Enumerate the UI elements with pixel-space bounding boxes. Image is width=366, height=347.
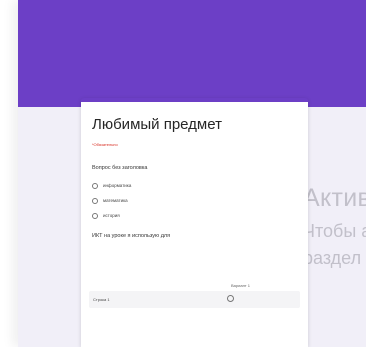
grid-column-header: Вариант 1 <box>231 283 250 288</box>
question-2-title: ИКТ на уроке я использую для <box>92 233 171 239</box>
screen: Актива Чтобы ак раздел "П Любимый предме… <box>0 0 366 347</box>
radio-button[interactable] <box>92 212 98 219</box>
form-title: Любимый предмет <box>92 116 222 133</box>
option-label: математика <box>103 197 128 203</box>
option-history[interactable]: история <box>92 208 297 223</box>
watermark-line-3: раздел "П <box>303 248 366 268</box>
radio-button[interactable] <box>92 197 98 204</box>
grid-row-label: Строка 1 <box>93 297 110 302</box>
required-note: *Обязательно <box>92 142 118 147</box>
form-card: Любимый предмет *Обязательно Вопрос без … <box>81 98 308 347</box>
grid-row: Строка 1 <box>89 291 300 308</box>
question-1-title: Вопрос без заголовка <box>92 165 148 171</box>
grid-radio-button[interactable] <box>227 295 234 302</box>
watermark-line-2: Чтобы ак <box>303 221 366 241</box>
watermark-line-1: Актива <box>303 184 366 212</box>
option-mathematics[interactable]: математика <box>92 193 297 208</box>
option-label: история <box>103 212 120 218</box>
option-label: информатика <box>103 182 132 188</box>
form-header-band <box>18 0 366 107</box>
windows-activation-watermark: Актива Чтобы ак раздел "П <box>303 185 366 269</box>
option-informatics[interactable]: информатика <box>92 178 297 193</box>
radio-button[interactable] <box>92 182 98 189</box>
